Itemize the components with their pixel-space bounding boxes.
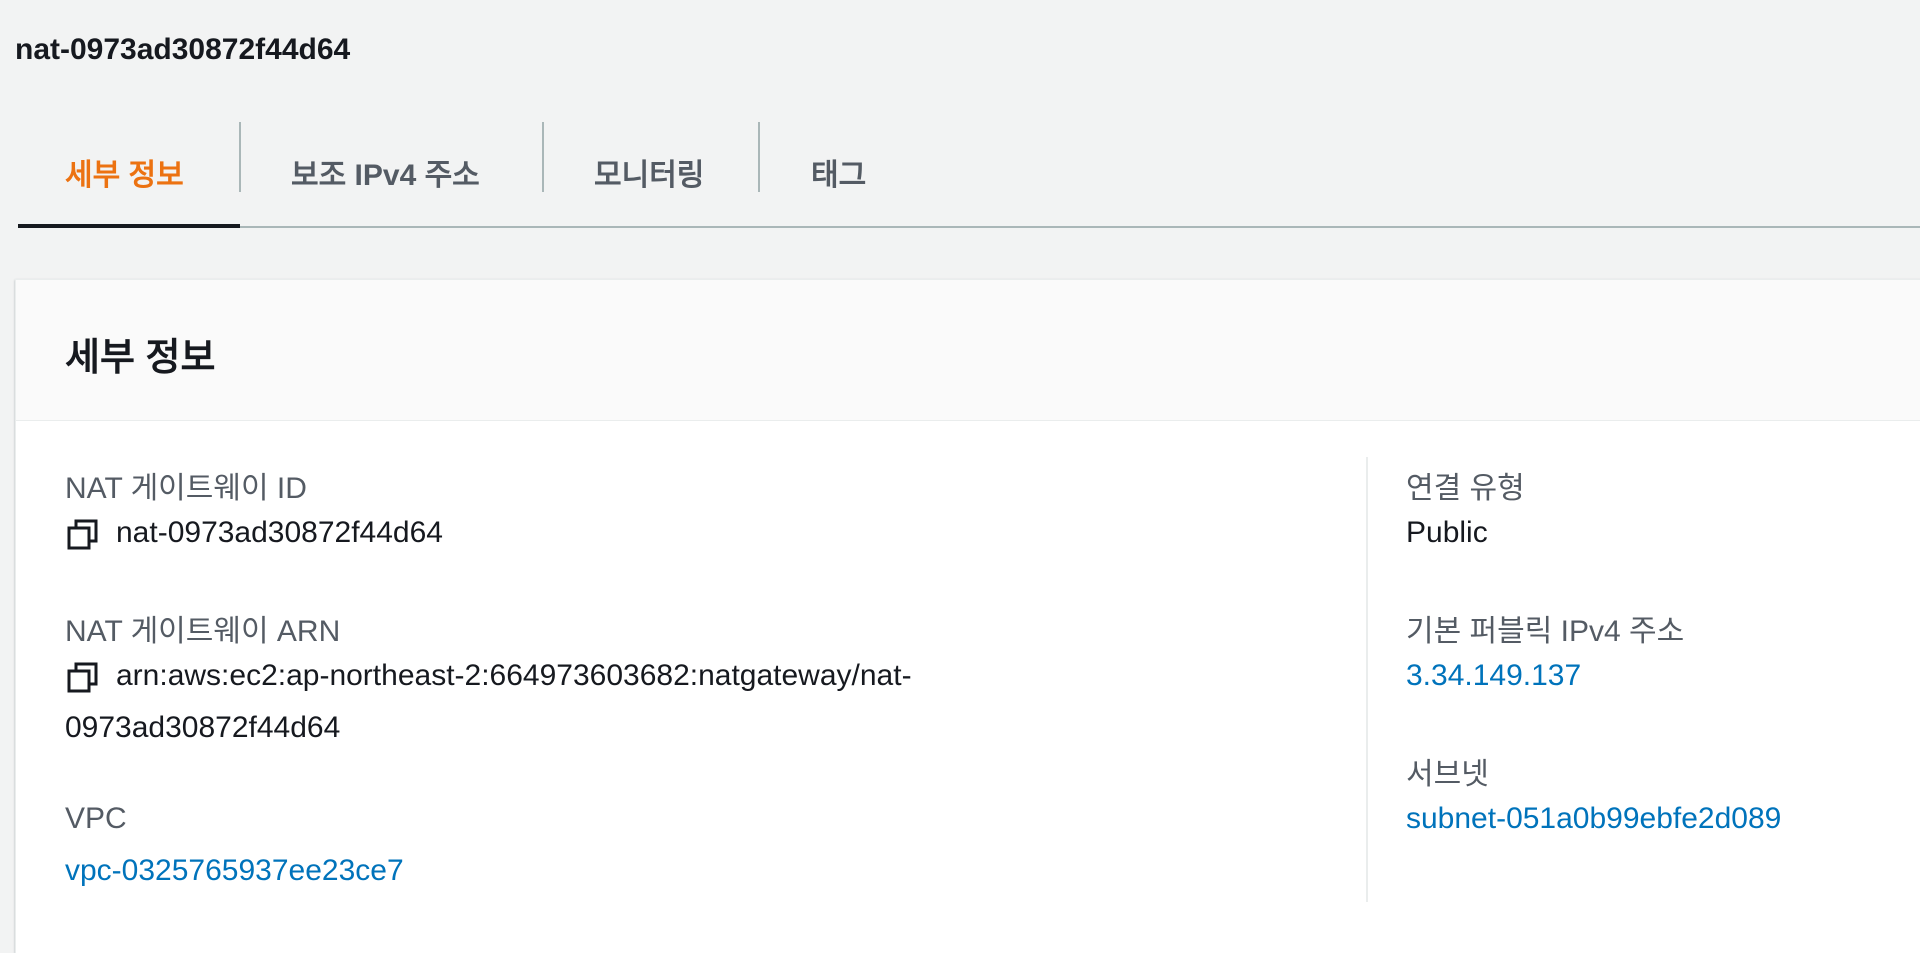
- tab-tags[interactable]: 태그: [811, 118, 866, 226]
- tab-monitoring[interactable]: 모니터링: [594, 118, 704, 226]
- copy-icon[interactable]: [66, 518, 100, 552]
- connectivity-type-label: 연결 유형: [1406, 472, 1525, 505]
- page-title: nat-0973ad30872f44d64: [15, 33, 351, 66]
- nat-gateway-arn-value-line2: 0973ad30872f44d64: [65, 711, 341, 744]
- copy-icon[interactable]: [66, 661, 100, 695]
- tab-secondary-ipv4[interactable]: 보조 IPv4 주소: [291, 118, 480, 226]
- active-tab-indicator: [18, 224, 240, 228]
- subnet-label: 서브넷: [1406, 758, 1489, 791]
- tab-divider: [758, 122, 760, 192]
- tab-divider: [542, 122, 544, 192]
- nat-gateway-id-label: NAT 게이트웨이 ID: [65, 472, 307, 505]
- tab-divider: [239, 122, 241, 192]
- nat-gateway-arn-value-line1: arn:aws:ec2:ap-northeast-2:664973603682:…: [116, 659, 912, 692]
- details-panel: 세부 정보 NAT 게이트웨이 ID nat-0973ad30872f44d64…: [15, 279, 1920, 953]
- tab-list: 세부 정보 보조 IPv4 주소 모니터링 태그: [18, 118, 1920, 228]
- vpc-link[interactable]: vpc-0325765937ee23ce7: [65, 854, 404, 888]
- subnet-link[interactable]: subnet-051a0b99ebfe2d089: [1406, 802, 1781, 836]
- column-divider: [1366, 457, 1368, 902]
- connectivity-type-value: Public: [1406, 516, 1488, 549]
- primary-public-ipv4-label: 기본 퍼블릭 IPv4 주소: [1406, 615, 1685, 648]
- details-panel-title: 세부 정보: [65, 337, 216, 379]
- vpc-label: VPC: [65, 802, 127, 835]
- details-panel-header: 세부 정보: [16, 280, 1920, 421]
- tab-details[interactable]: 세부 정보: [65, 118, 184, 226]
- nat-gateway-id-value: nat-0973ad30872f44d64: [116, 516, 443, 549]
- nat-gateway-arn-label: NAT 게이트웨이 ARN: [65, 615, 341, 648]
- primary-public-ipv4-link[interactable]: 3.34.149.137: [1406, 659, 1581, 693]
